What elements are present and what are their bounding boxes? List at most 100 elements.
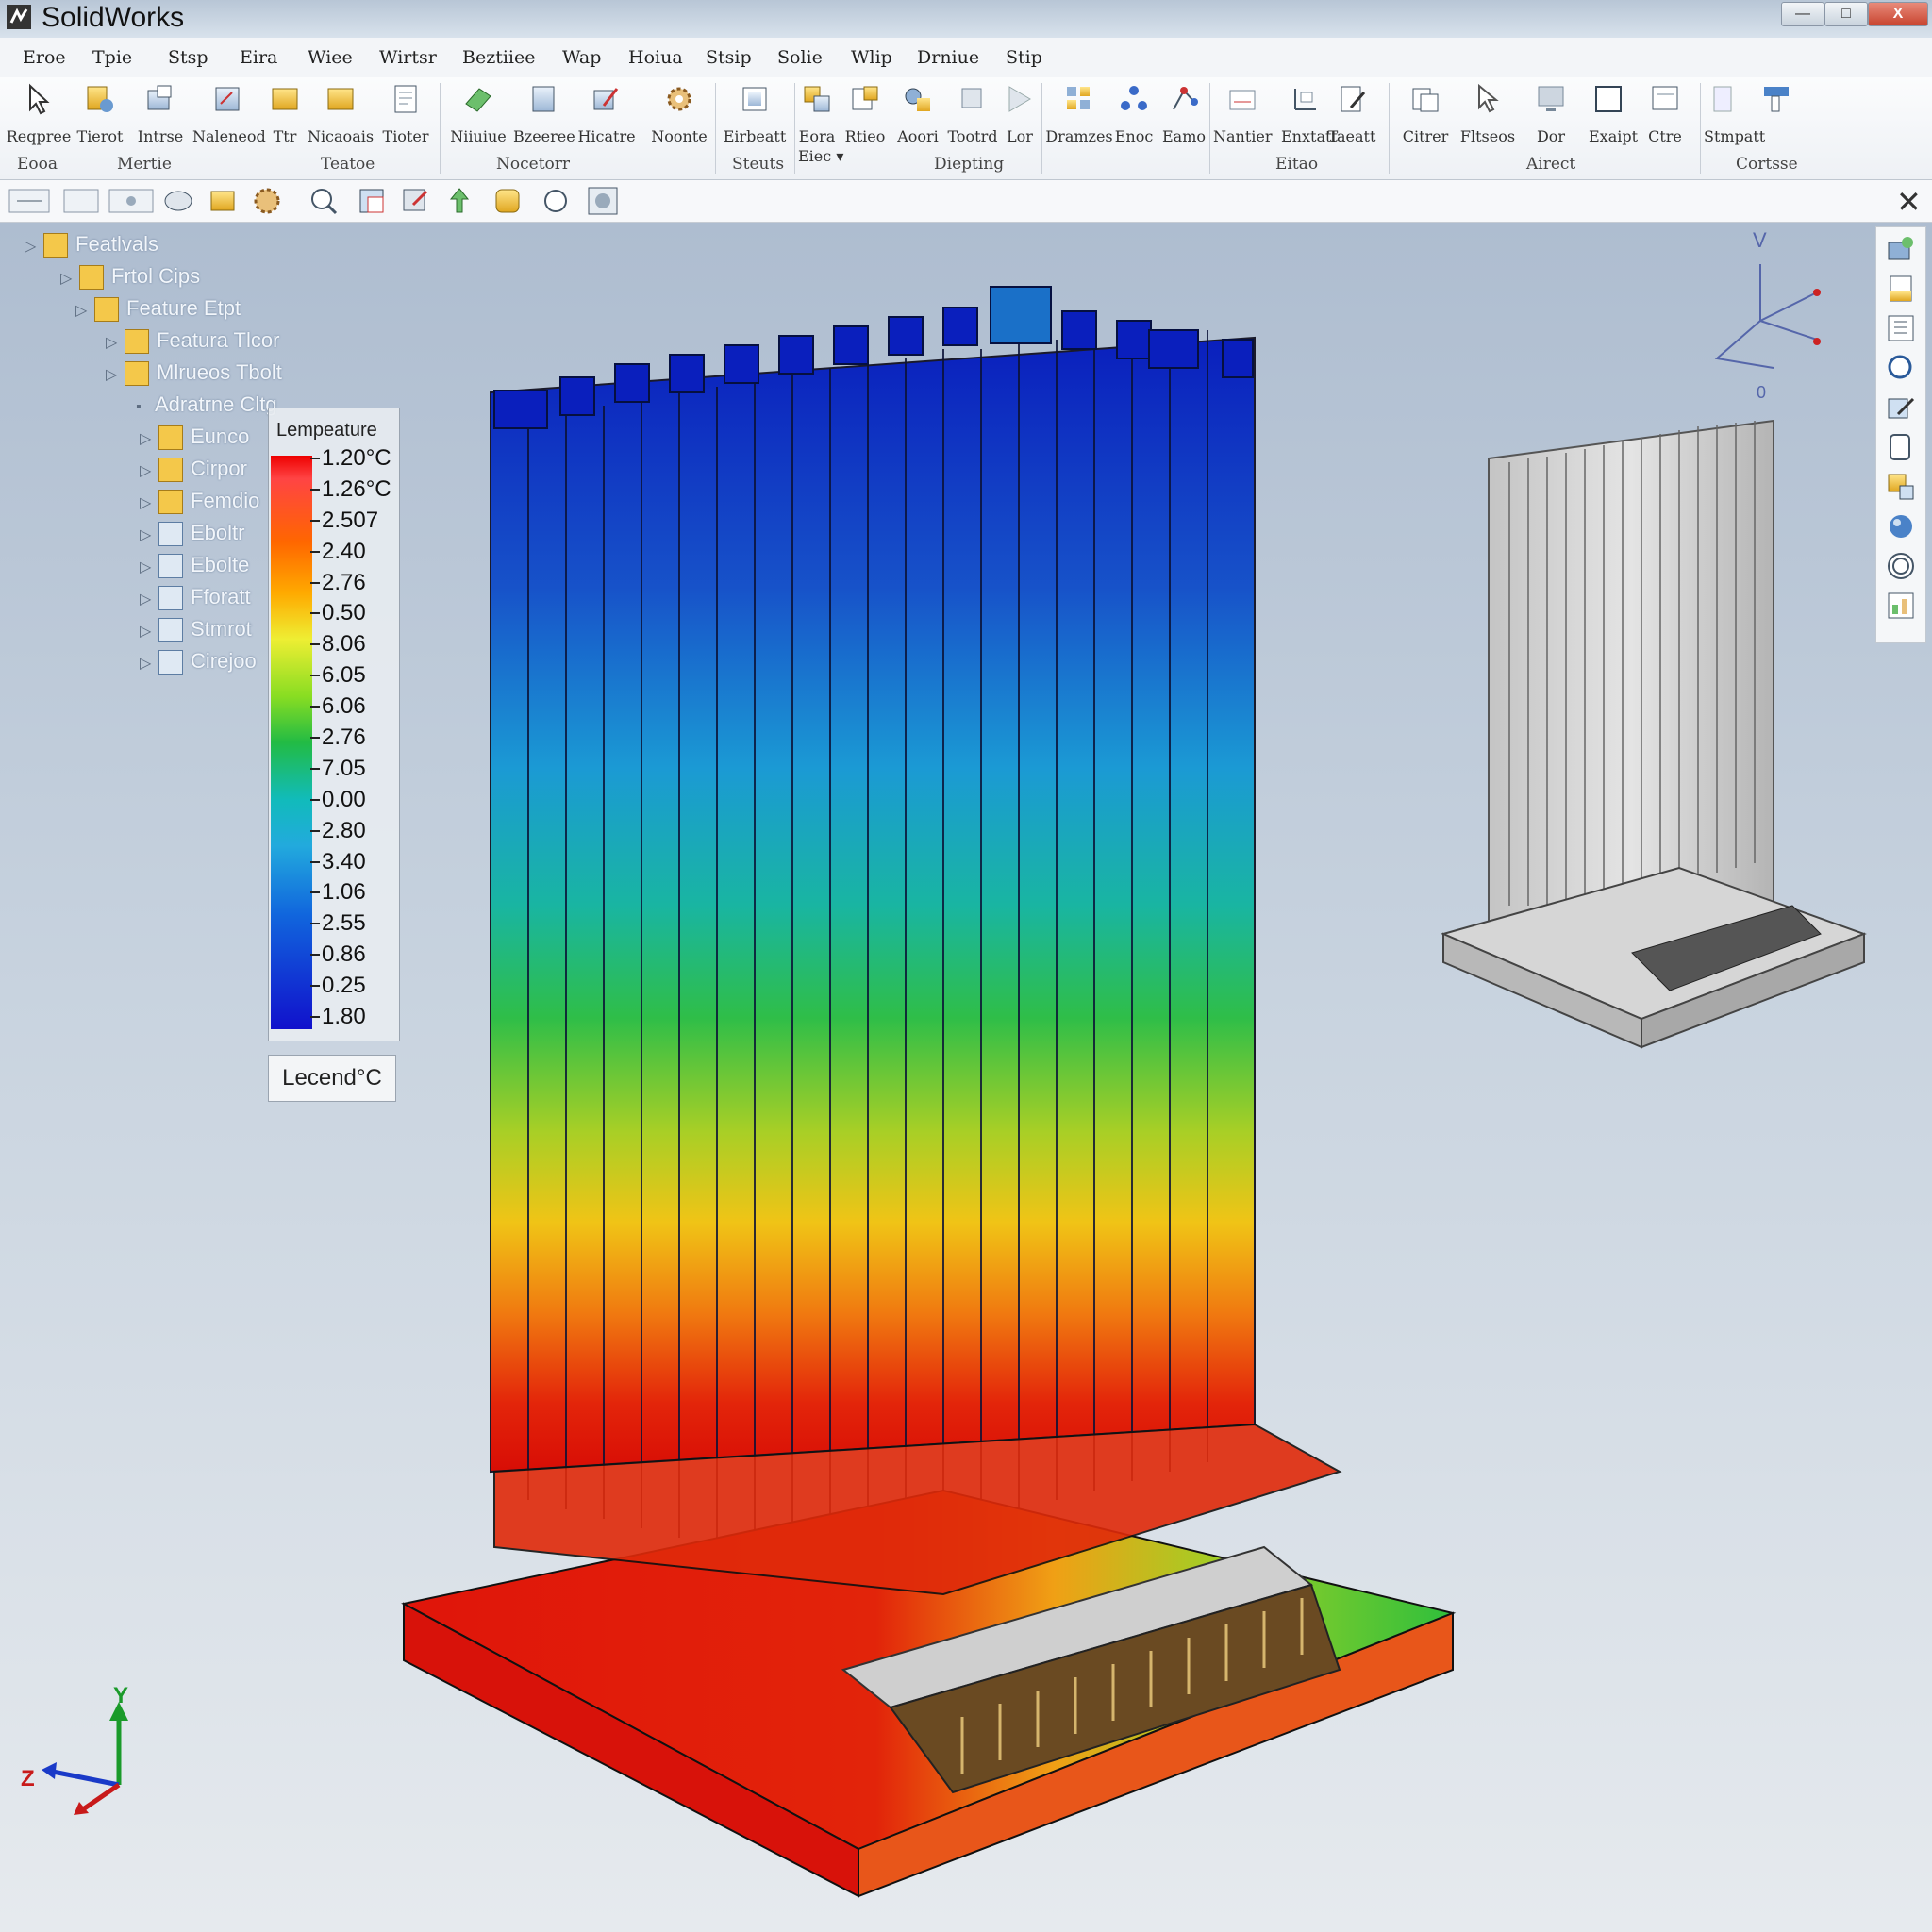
scene-sphere-icon[interactable] <box>1885 510 1917 542</box>
ribbon-button-label: Eirbeatt <box>723 127 787 145</box>
design-library-icon[interactable] <box>1885 312 1917 344</box>
menu-item[interactable]: Wlip <box>851 47 892 68</box>
ribbon-button[interactable]: Stmpatt <box>1704 83 1765 145</box>
home-icon[interactable] <box>1885 233 1917 265</box>
ribbon-button-select[interactable]: Reqpree <box>6 83 72 145</box>
tree-item[interactable]: ▷ Femdio <box>140 489 259 517</box>
ribbon-button[interactable]: Ttr <box>266 83 304 145</box>
expand-icon[interactable]: ▷ <box>140 493 158 512</box>
section-view-icon[interactable] <box>108 186 155 216</box>
close-button[interactable]: X <box>1868 2 1928 26</box>
zoom-fit-icon[interactable] <box>357 186 389 216</box>
appearance-icon[interactable] <box>1885 471 1917 503</box>
tree-item[interactable]: ▷ Fforatt <box>140 585 251 613</box>
ribbon-button[interactable]: Stmpatt <box>1741 83 1811 127</box>
file-explorer-icon[interactable] <box>1885 352 1917 384</box>
expand-icon[interactable]: ▷ <box>60 269 79 288</box>
expand-icon[interactable]: ▷ <box>75 301 94 320</box>
ribbon-button[interactable]: Noonte <box>641 83 717 145</box>
results-icon[interactable] <box>1885 590 1917 622</box>
expand-icon[interactable]: ▷ <box>140 622 158 641</box>
ribbon-button[interactable]: Tootrd <box>943 83 1002 145</box>
tree-item[interactable]: ▷ Eboltr <box>140 521 244 549</box>
expand-icon[interactable]: ▷ <box>106 333 125 352</box>
menu-item[interactable]: Eira <box>240 47 277 68</box>
ribbon-button[interactable]: Eirbeatt <box>721 83 789 145</box>
tree-item[interactable]: ▷ Cirejoo <box>140 649 257 677</box>
menu-item[interactable]: Wirtsr <box>379 47 437 68</box>
tree-item[interactable]: ▷ Featura Tlcor <box>106 328 279 357</box>
display-style-icon[interactable] <box>62 186 100 216</box>
menu-item[interactable]: Stsip <box>706 47 752 68</box>
render-tools-icon[interactable] <box>587 186 619 216</box>
ribbon-button[interactable]: Ctre <box>1634 83 1696 145</box>
menu-item[interactable]: Eroe <box>23 47 66 68</box>
scene-icon[interactable] <box>251 186 283 216</box>
menu-item[interactable]: Tpie <box>92 47 132 68</box>
menu-item[interactable]: Drniue <box>917 47 979 68</box>
ribbon-button[interactable]: Rtieo <box>841 83 889 145</box>
expand-icon[interactable]: ▷ <box>140 590 158 608</box>
ribbon-button[interactable]: Citrer <box>1392 83 1458 145</box>
view-orientation-icon[interactable] <box>8 186 51 216</box>
minimize-button[interactable]: — <box>1781 2 1824 26</box>
decal-icon[interactable] <box>1885 550 1917 582</box>
ribbon-button[interactable]: Lor <box>1004 83 1036 145</box>
ribbon-button[interactable]: Naleneod <box>192 83 266 145</box>
ribbon-button[interactable]: Tierot <box>72 83 128 145</box>
ribbon-button[interactable]: Enoc <box>1113 83 1155 145</box>
view-palette-icon[interactable] <box>1885 273 1917 305</box>
maximize-button[interactable]: □ <box>1824 2 1868 26</box>
ribbon-button[interactable]: Hicatre <box>577 83 636 145</box>
menu-item[interactable]: Stip <box>1006 47 1042 68</box>
custom-properties-icon[interactable] <box>1885 431 1917 463</box>
menu-item[interactable]: Hoiua <box>628 47 683 68</box>
tree-item[interactable]: ▷ Feature Etpt <box>75 296 241 325</box>
ribbon-button[interactable]: Eamo <box>1158 83 1209 145</box>
edit-appearance-icon[interactable] <box>208 186 240 216</box>
tree-item[interactable]: ▷ Ebolte <box>140 553 249 581</box>
ribbon-button[interactable]: Nantier <box>1213 83 1273 145</box>
menu-item[interactable]: Stsp <box>168 47 208 68</box>
zoom-area-icon[interactable] <box>492 186 525 216</box>
tree-item[interactable]: ▷ Eunco <box>140 425 249 453</box>
tree-item[interactable]: ▷ Cirpor <box>140 457 247 485</box>
ribbon-button[interactable]: Bzeeree <box>513 83 575 145</box>
ribbon-button[interactable]: Tioter <box>377 83 434 145</box>
tree-item[interactable]: ▪ Adratrne Cltg <box>136 392 277 421</box>
edit-icon[interactable] <box>1885 391 1917 424</box>
collapse-icon[interactable]: ▪ <box>136 399 155 416</box>
ribbon-button[interactable]: Intrse <box>132 83 189 145</box>
expand-icon[interactable]: ▷ <box>140 558 158 576</box>
ribbon-button[interactable]: Niiuiue <box>447 83 509 145</box>
close-icon[interactable]: ✕ <box>1896 184 1922 220</box>
ribbon-button[interactable]: Fltseos <box>1458 83 1517 145</box>
search-icon[interactable] <box>540 186 572 216</box>
menu-item[interactable]: Wap <box>562 47 601 68</box>
ribbon-button[interactable]: Dor <box>1521 83 1581 145</box>
rotate-icon[interactable] <box>400 186 432 216</box>
expand-icon[interactable]: ▷ <box>140 429 158 448</box>
ribbon-button[interactable]: Dramzes <box>1045 83 1113 145</box>
ribbon-dropdown-label[interactable]: Eiec ▾ <box>798 147 843 165</box>
expand-icon[interactable]: ▷ <box>140 654 158 673</box>
menu-item[interactable]: Solie <box>777 47 823 68</box>
tree-item-root[interactable]: ▷ Featlvals <box>25 232 158 260</box>
expand-icon[interactable]: ▷ <box>140 525 158 544</box>
hide-show-icon[interactable] <box>162 186 194 216</box>
ribbon-button[interactable]: Eora Eiec ▾ <box>798 83 843 165</box>
tree-item[interactable]: ▷ Mlrueos Tbolt <box>106 360 282 389</box>
expand-icon[interactable]: ▷ <box>25 237 43 256</box>
ribbon-button[interactable]: Exaipt <box>1589 83 1638 145</box>
tree-item[interactable]: ▷ Frtol Cips <box>60 264 200 292</box>
tree-item[interactable]: ▷ Stmrot <box>140 617 252 645</box>
menu-item[interactable]: Beztiiee <box>462 47 536 68</box>
menu-item[interactable]: Wiee <box>308 47 353 68</box>
ribbon-button[interactable]: Taeatt <box>1319 83 1385 145</box>
ribbon-button[interactable]: Nicaoais <box>306 83 375 145</box>
expand-icon[interactable]: ▷ <box>106 365 125 384</box>
zoom-icon[interactable] <box>308 186 340 216</box>
ribbon-button[interactable]: Aoori <box>894 83 941 145</box>
pan-icon[interactable] <box>443 186 475 216</box>
expand-icon[interactable]: ▷ <box>140 461 158 480</box>
